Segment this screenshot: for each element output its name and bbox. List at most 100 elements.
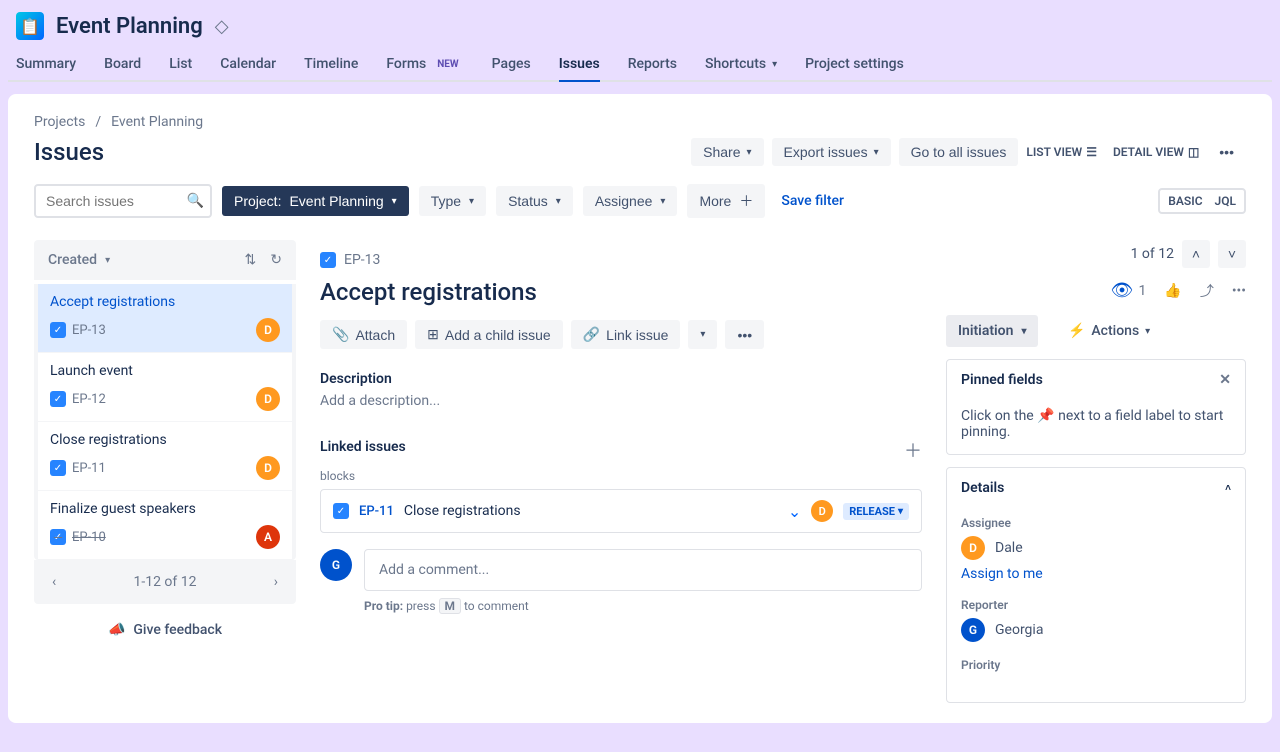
- issue-key[interactable]: EP-13: [344, 252, 380, 268]
- issue-main-title[interactable]: Accept registrations: [320, 278, 922, 306]
- tab-calendar[interactable]: Calendar: [220, 48, 276, 82]
- search-input[interactable]: [34, 184, 212, 218]
- chevron-down-icon: ▾: [772, 59, 777, 70]
- task-icon: ✓: [50, 460, 66, 476]
- linked-issue-title: Close registrations: [404, 503, 778, 519]
- chevron-down-icon: ▾: [747, 147, 752, 158]
- tab-board[interactable]: Board: [104, 48, 141, 82]
- filter-project[interactable]: Project: Event Planning ▾: [222, 186, 409, 216]
- more-icon[interactable]: •••: [1232, 283, 1246, 299]
- link-dropdown-button[interactable]: ▾: [688, 320, 717, 349]
- prev-issue-button[interactable]: ˄: [1182, 240, 1210, 268]
- list-pager: 1-12 of 12: [133, 574, 196, 590]
- avatar: D: [811, 500, 833, 522]
- give-feedback-button[interactable]: 📣 Give feedback: [34, 622, 296, 638]
- task-icon: ✓: [320, 252, 336, 268]
- actions-dropdown[interactable]: ⚡Actions▾: [1058, 315, 1160, 347]
- save-filter-link[interactable]: Save filter: [781, 193, 844, 209]
- attachment-icon: 📎: [332, 326, 349, 343]
- reporter-label: Reporter: [961, 598, 1231, 612]
- watch-button[interactable]: 👁1: [1111, 280, 1147, 301]
- detail-view-toggle[interactable]: DETAIL VIEW ◫: [1113, 145, 1199, 159]
- jql-mode[interactable]: JQL: [1215, 194, 1236, 208]
- reporter-value[interactable]: G Georgia: [961, 618, 1231, 642]
- avatar: D: [961, 536, 985, 560]
- new-badge: NEW: [432, 58, 463, 71]
- filter-assignee[interactable]: Assignee▾: [583, 186, 678, 216]
- tab-shortcuts[interactable]: Shortcuts▾: [705, 48, 777, 82]
- tab-reports[interactable]: Reports: [628, 48, 677, 82]
- add-link-icon[interactable]: ＋: [904, 437, 922, 463]
- filter-type[interactable]: Type▾: [419, 186, 486, 216]
- breadcrumb-projects[interactable]: Projects: [34, 114, 85, 130]
- prev-page-icon[interactable]: ‹: [52, 574, 56, 590]
- add-child-button[interactable]: ⊞Add a child issue: [415, 320, 563, 349]
- comment-input[interactable]: Add a comment...: [364, 549, 922, 591]
- avatar: D: [256, 318, 280, 342]
- close-icon[interactable]: ✕: [1219, 372, 1231, 388]
- detail-pager: 1 of 12: [1131, 246, 1174, 262]
- sort-dropdown[interactable]: Created▾: [48, 252, 110, 268]
- list-item[interactable]: Close registrations ✓EP-11 D: [38, 422, 292, 491]
- tab-summary[interactable]: Summary: [16, 48, 76, 82]
- issue-title: Launch event: [50, 363, 280, 379]
- avatar: A: [256, 525, 280, 549]
- nav-tabs: Summary Board List Calendar Timeline For…: [8, 48, 1272, 82]
- filter-more[interactable]: More ＋: [687, 184, 765, 218]
- linked-issue-card[interactable]: ✓ EP-11 Close registrations ⌄ D RELEASE▾: [320, 489, 922, 533]
- priority-icon: ⌄: [788, 502, 801, 521]
- link-issue-button[interactable]: 🔗Link issue: [571, 320, 681, 349]
- child-icon: ⊞: [427, 326, 439, 343]
- list-item[interactable]: Accept registrations ✓EP-13 D: [38, 284, 292, 353]
- chevron-down-icon: ▾: [874, 147, 879, 158]
- bolt-icon: ⚡: [1068, 323, 1085, 339]
- details-panel-toggle[interactable]: Details ˄: [947, 468, 1245, 508]
- star-icon[interactable]: ◇: [215, 16, 229, 37]
- breadcrumb-project[interactable]: Event Planning: [111, 114, 203, 130]
- goto-issues-button[interactable]: Go to all issues: [899, 138, 1019, 166]
- task-icon: ✓: [333, 503, 349, 519]
- tab-timeline[interactable]: Timeline: [304, 48, 358, 82]
- attach-button[interactable]: 📎Attach: [320, 320, 407, 349]
- list-view-toggle[interactable]: LIST VIEW ☰: [1026, 145, 1097, 159]
- tab-project-settings[interactable]: Project settings: [805, 48, 904, 82]
- page-title: Issues: [34, 138, 104, 166]
- status-dropdown[interactable]: Initiation▾: [946, 315, 1038, 347]
- search-icon: 🔍: [187, 193, 204, 209]
- tab-issues[interactable]: Issues: [559, 48, 600, 82]
- breadcrumb: Projects / Event Planning: [34, 114, 1246, 130]
- protip: Pro tip: press M to comment: [364, 599, 922, 613]
- filter-status[interactable]: Status▾: [496, 186, 573, 216]
- sort-order-icon[interactable]: ⇅: [245, 252, 257, 268]
- project-icon: 📋: [16, 12, 44, 40]
- status-chip[interactable]: RELEASE▾: [843, 503, 909, 520]
- tab-list[interactable]: List: [169, 48, 192, 82]
- more-actions-button[interactable]: •••: [725, 320, 764, 349]
- pinned-fields-title: Pinned fields: [961, 372, 1043, 388]
- list-item[interactable]: Launch event ✓EP-12 D: [38, 353, 292, 422]
- priority-label: Priority: [961, 658, 1231, 672]
- next-page-icon[interactable]: ›: [274, 574, 278, 590]
- pin-icon: 📌: [1037, 408, 1054, 424]
- share-button[interactable]: Share▾: [691, 138, 763, 166]
- next-issue-button[interactable]: ˅: [1218, 240, 1246, 268]
- link-icon: 🔗: [583, 326, 600, 343]
- like-button[interactable]: 👍: [1164, 283, 1181, 299]
- issue-title: Close registrations: [50, 432, 280, 448]
- tab-forms[interactable]: FormsNEW: [386, 48, 463, 82]
- basic-mode[interactable]: BASIC: [1168, 194, 1202, 208]
- link-type-label: blocks: [320, 469, 922, 483]
- eye-icon: 👁: [1111, 280, 1134, 301]
- refresh-icon[interactable]: ↻: [270, 252, 282, 268]
- tab-pages[interactable]: Pages: [492, 48, 531, 82]
- assignee-label: Assignee: [961, 516, 1231, 530]
- assign-to-me-link[interactable]: Assign to me: [961, 566, 1231, 582]
- description-input[interactable]: Add a description...: [320, 393, 922, 409]
- share-icon[interactable]: ⤴: [1200, 281, 1214, 301]
- avatar: D: [256, 387, 280, 411]
- list-item[interactable]: Finalize guest speakers ✓EP-10 A: [38, 491, 292, 560]
- export-button[interactable]: Export issues▾: [772, 138, 891, 166]
- more-menu-button[interactable]: •••: [1207, 138, 1246, 166]
- assignee-value[interactable]: D Dale: [961, 536, 1231, 560]
- avatar: D: [256, 456, 280, 480]
